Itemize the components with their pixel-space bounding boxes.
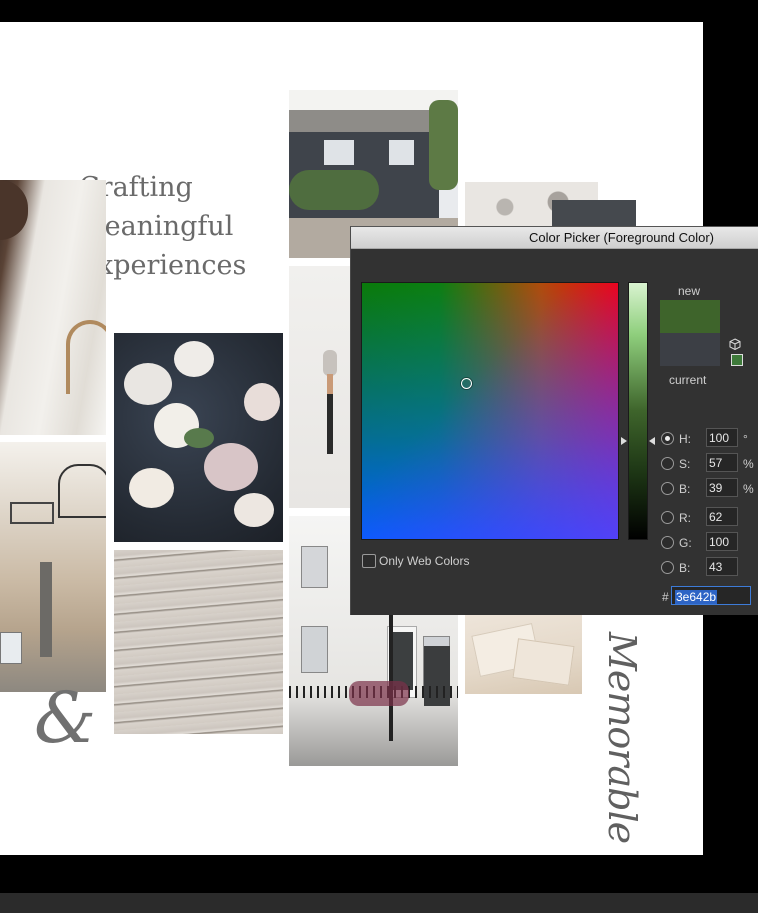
radio-h[interactable]	[661, 432, 674, 445]
web-safe-swatch-icon[interactable]	[731, 354, 743, 366]
radio-g[interactable]	[661, 536, 674, 549]
ampersand: &	[34, 677, 97, 759]
field-label-s: S:	[679, 457, 691, 471]
field-input-r[interactable]: 62	[706, 507, 738, 526]
field-input-h[interactable]: 100	[706, 428, 738, 447]
field-unit-h: °	[743, 432, 748, 446]
brightness-slider[interactable]	[628, 282, 648, 540]
field-input-bv[interactable]: 39	[706, 478, 738, 497]
field-input-bb[interactable]: 43	[706, 557, 738, 576]
saturation-brightness-field[interactable]	[361, 282, 619, 540]
new-color-swatch	[660, 300, 720, 333]
roses-photo	[114, 333, 283, 542]
letters-photo	[465, 614, 582, 694]
script-word: Memorable	[600, 632, 644, 844]
field-unit-s: %	[743, 457, 754, 471]
field-label-g: G:	[679, 536, 692, 550]
field-label-bv: B:	[679, 482, 691, 496]
hex-input[interactable]: 3e642b	[671, 586, 751, 605]
radio-bv[interactable]	[661, 482, 674, 495]
color-picker-dialog: Color Picker (Foreground Color) new curr…	[350, 226, 758, 615]
current-label: current	[669, 373, 707, 387]
only-web-colors-label: Only Web Colors	[379, 554, 470, 568]
radio-r[interactable]	[661, 511, 674, 524]
textured-paper-photo	[114, 550, 283, 734]
field-unit-bv: %	[743, 482, 754, 496]
radio-bb[interactable]	[661, 561, 674, 574]
slider-right-arrow[interactable]	[649, 437, 655, 445]
bottom-status-bar	[0, 893, 758, 913]
street-photo	[0, 442, 106, 692]
field-label-bb: B:	[679, 561, 691, 575]
field-label-h: H:	[679, 432, 691, 446]
hex-input-value: 3e642b	[675, 590, 718, 604]
hex-hash-label: #	[662, 590, 669, 604]
headline-line-3: experiences	[82, 250, 247, 281]
radio-s[interactable]	[661, 457, 674, 470]
field-input-g[interactable]: 100	[706, 532, 738, 551]
cube-icon[interactable]	[729, 337, 741, 351]
color-field-cursor[interactable]	[461, 378, 472, 389]
slider-left-arrow[interactable]	[621, 437, 627, 445]
dialog-title: Color Picker (Foreground Color)	[529, 230, 714, 245]
current-color-swatch[interactable]	[660, 333, 720, 366]
dialog-titlebar[interactable]: Color Picker (Foreground Color)	[351, 227, 758, 249]
field-input-s[interactable]: 57	[706, 453, 738, 472]
new-label: new	[678, 284, 701, 298]
only-web-colors-checkbox[interactable]	[362, 554, 376, 568]
field-label-r: R:	[679, 511, 691, 525]
woman-lace-photo	[0, 180, 106, 435]
